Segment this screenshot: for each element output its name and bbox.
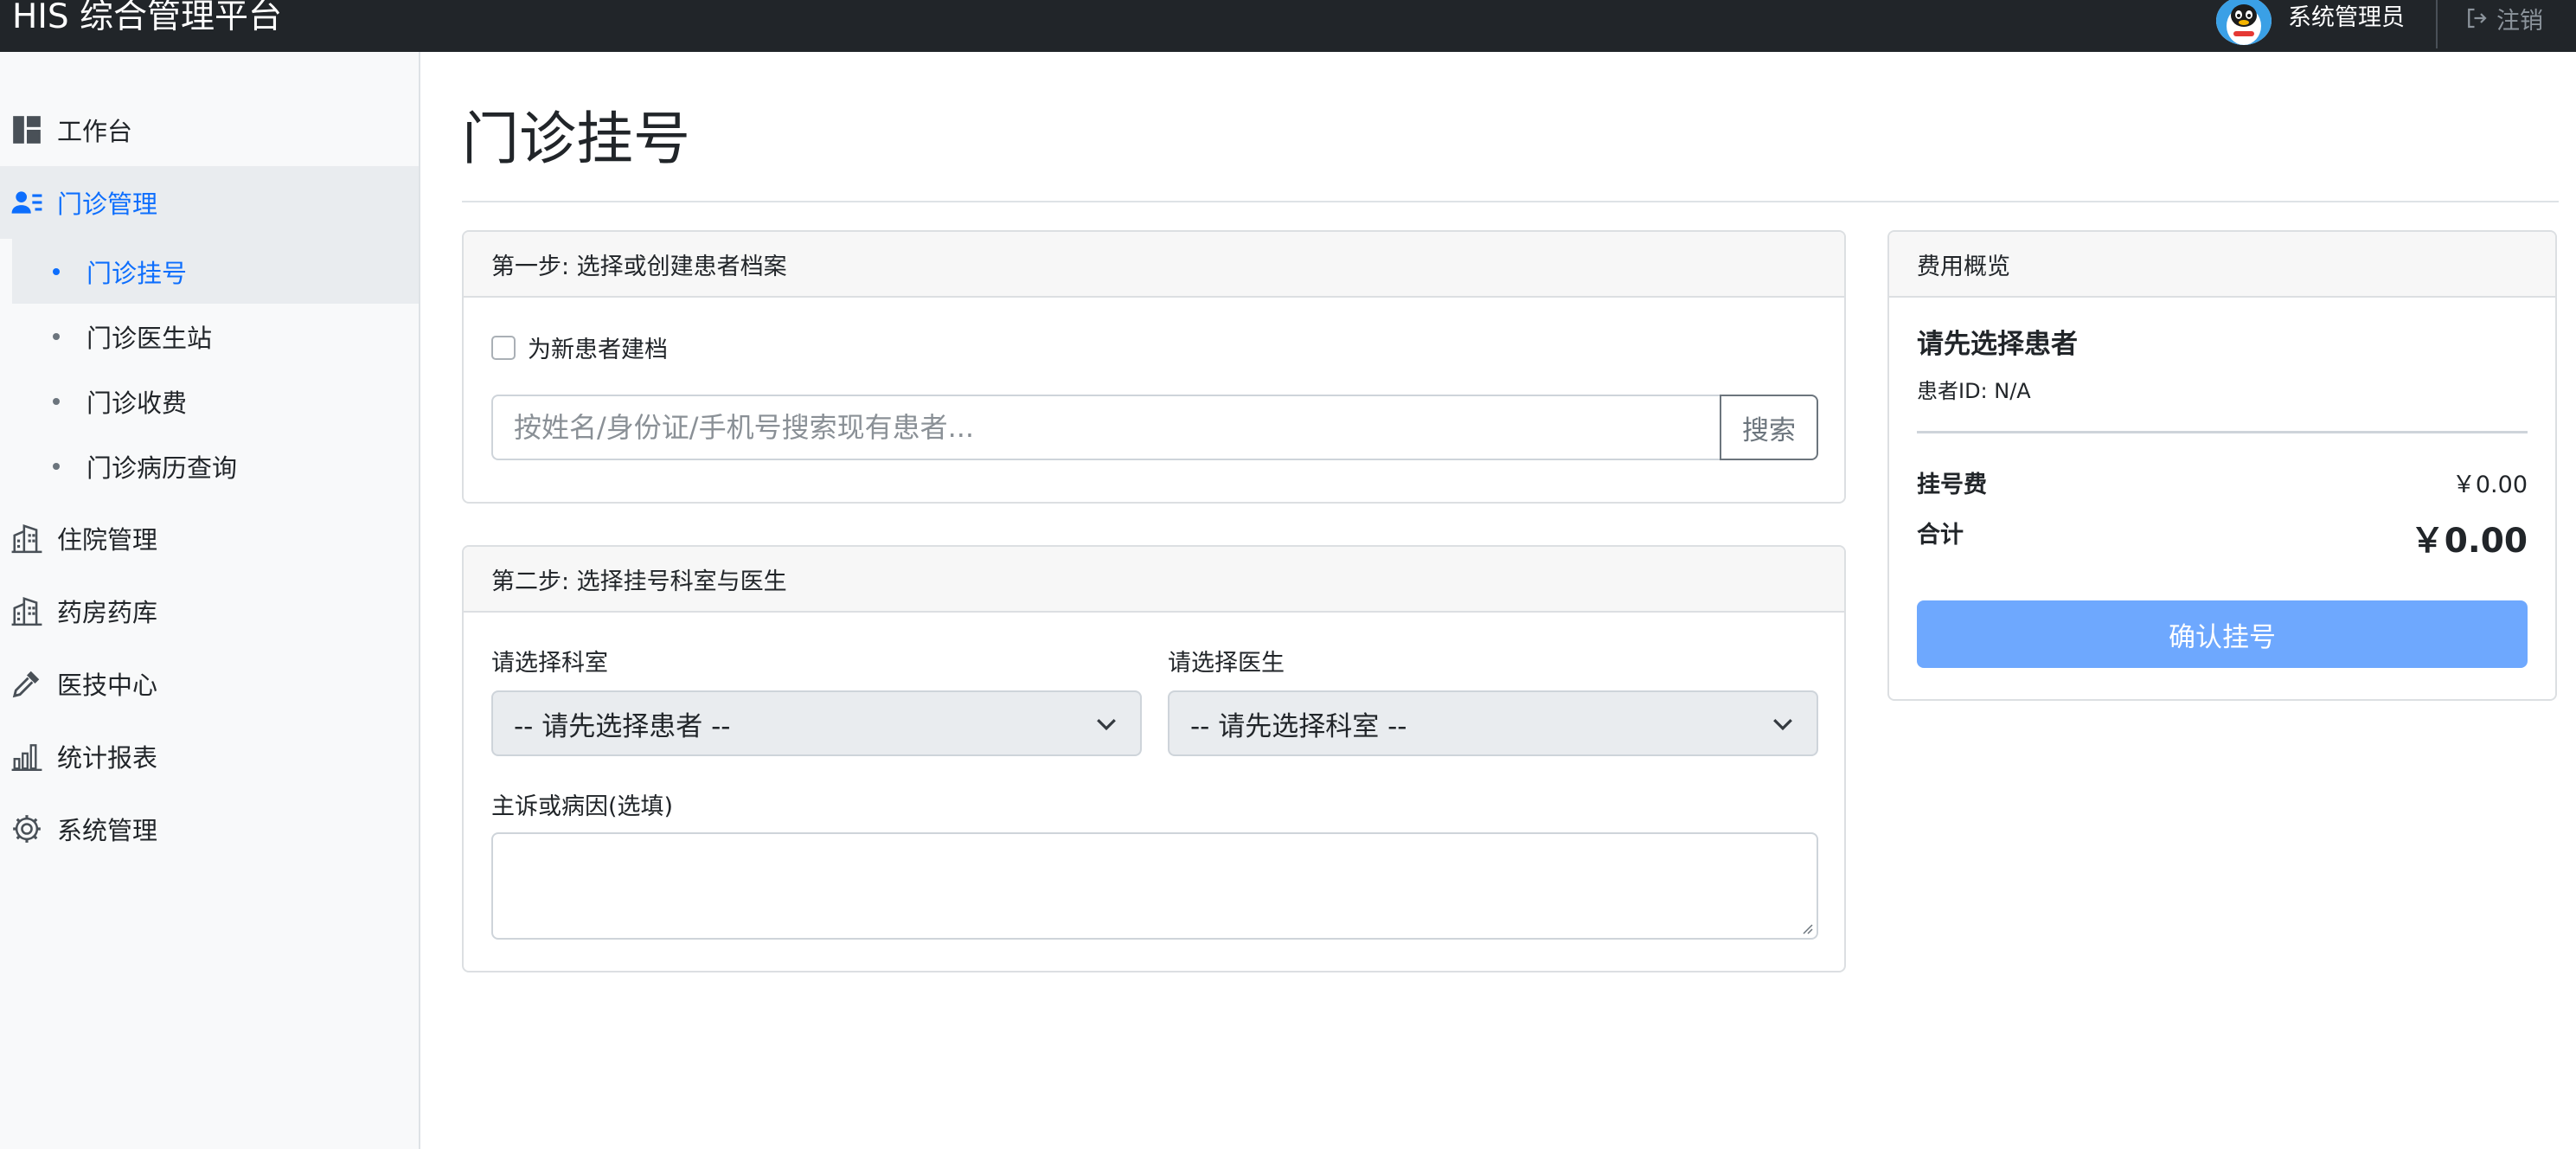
patient-search-input[interactable] <box>491 395 1720 460</box>
resize-grip-icon[interactable] <box>1799 921 1813 934</box>
registration-fee-value: ￥0.00 <box>2451 472 2528 498</box>
people-list-icon <box>11 191 42 214</box>
sidebar-item-inpatient[interactable]: 住院管理 <box>0 502 419 574</box>
gear-icon <box>13 815 41 843</box>
navbar-divider <box>2436 0 2438 48</box>
new-patient-checkbox[interactable] <box>491 335 516 360</box>
building-icon <box>11 523 42 554</box>
bullet-icon <box>53 398 60 405</box>
sidebar-subitem-registration[interactable]: 门诊挂号 <box>12 239 419 304</box>
sidebar-item-reports[interactable]: 统计报表 <box>0 720 419 793</box>
complaint-label: 主诉或病因(选填) <box>491 793 674 820</box>
building-icon <box>11 596 42 626</box>
avatar-image <box>2216 0 2272 45</box>
user-name[interactable]: 系统管理员 <box>2288 0 2405 36</box>
registration-fee-label: 挂号费 <box>1917 472 1987 498</box>
logout-link[interactable]: 注销 <box>2464 0 2543 36</box>
sidebar-subitem-label: 门诊收费 <box>87 388 188 418</box>
sidebar-item-label: 系统管理 <box>57 816 158 845</box>
sidebar-subitem-label: 门诊挂号 <box>87 258 188 288</box>
doctor-select-value: -- 请先选择科室 -- <box>1190 710 1407 742</box>
department-select[interactable]: -- 请先选择患者 -- <box>491 690 1142 756</box>
sidebar-item-medtech[interactable]: 医技中心 <box>0 647 419 720</box>
sidebar-item-label: 药房药库 <box>57 598 158 627</box>
patient-id: 患者ID: N/A <box>1917 379 2031 403</box>
department-select-value: -- 请先选择患者 -- <box>514 710 731 742</box>
sidebar-subitem-billing[interactable]: 门诊收费 <box>12 369 419 433</box>
bar-chart-icon <box>11 744 42 772</box>
fee-overview-card: 费用概览 请先选择患者 患者ID: N/A 挂号费 ￥0.00 合计 ￥0.00… <box>1887 230 2557 701</box>
sidebar-item-label: 门诊管理 <box>57 189 158 219</box>
bullet-icon <box>53 333 60 340</box>
sidebar-item-label: 医技中心 <box>57 671 158 700</box>
complaint-textarea[interactable] <box>491 832 1818 940</box>
sidebar-item-system[interactable]: 系统管理 <box>0 793 419 865</box>
department-label: 请选择科室 <box>491 650 608 677</box>
dashboard-icon <box>13 116 41 144</box>
total-value: ￥0.00 <box>2410 522 2528 561</box>
confirm-registration-button[interactable]: 确认挂号 <box>1917 600 2528 668</box>
title-divider <box>462 201 2559 202</box>
sidebar-item-label: 工作台 <box>57 117 133 146</box>
page-title: 门诊挂号 <box>462 106 690 172</box>
doctor-select[interactable]: -- 请先选择科室 -- <box>1168 690 1818 756</box>
chevron-down-icon <box>1097 718 1116 731</box>
sidebar-item-workbench[interactable]: 工作台 <box>0 93 419 166</box>
logout-label: 注销 <box>2496 7 2543 35</box>
sidebar-subitem-records[interactable]: 门诊病历查询 <box>12 433 419 498</box>
step2-header: 第二步: 选择挂号科室与医生 <box>464 547 1844 613</box>
step1-card: 第一步: 选择或创建患者档案 为新患者建档 搜索 <box>462 230 1846 504</box>
sidebar-item-label: 住院管理 <box>57 525 158 555</box>
avatar[interactable] <box>2216 0 2272 45</box>
brand-title[interactable]: HIS 综合管理平台 <box>12 0 282 38</box>
bullet-icon <box>53 268 60 275</box>
sidebar-item-pharmacy[interactable]: 药房药库 <box>0 574 419 647</box>
selected-patient-name: 请先选择患者 <box>1917 329 2078 360</box>
total-label: 合计 <box>1917 522 1964 549</box>
sidebar: 工作台 门诊管理 门诊挂号 门诊医生站 门诊收费 门诊病历查询 住院管理 药房药… <box>0 52 420 1149</box>
fee-divider <box>1917 431 2528 433</box>
bullet-icon <box>53 463 60 470</box>
eyedropper-icon <box>12 671 40 698</box>
fee-header: 费用概览 <box>1889 232 2555 298</box>
top-navbar: HIS 综合管理平台 系统管理员 注销 <box>0 0 2576 52</box>
new-patient-label: 为新患者建档 <box>528 337 668 363</box>
sidebar-subitem-label: 门诊医生站 <box>87 323 213 353</box>
search-button[interactable]: 搜索 <box>1720 395 1818 460</box>
chevron-down-icon <box>1773 718 1792 731</box>
sidebar-item-label: 统计报表 <box>57 743 158 773</box>
step1-header: 第一步: 选择或创建患者档案 <box>464 232 1844 298</box>
sidebar-item-outpatient[interactable]: 门诊管理 <box>0 166 419 239</box>
logout-icon <box>2468 8 2487 29</box>
sidebar-subitem-doctor-station[interactable]: 门诊医生站 <box>12 304 419 369</box>
doctor-label: 请选择医生 <box>1168 650 1285 677</box>
new-patient-checkbox-row[interactable]: 为新患者建档 <box>491 331 668 364</box>
sidebar-subitem-label: 门诊病历查询 <box>87 453 238 483</box>
step2-card: 第二步: 选择挂号科室与医生 请选择科室 -- 请先选择患者 -- 请选择医生 … <box>462 545 1846 972</box>
